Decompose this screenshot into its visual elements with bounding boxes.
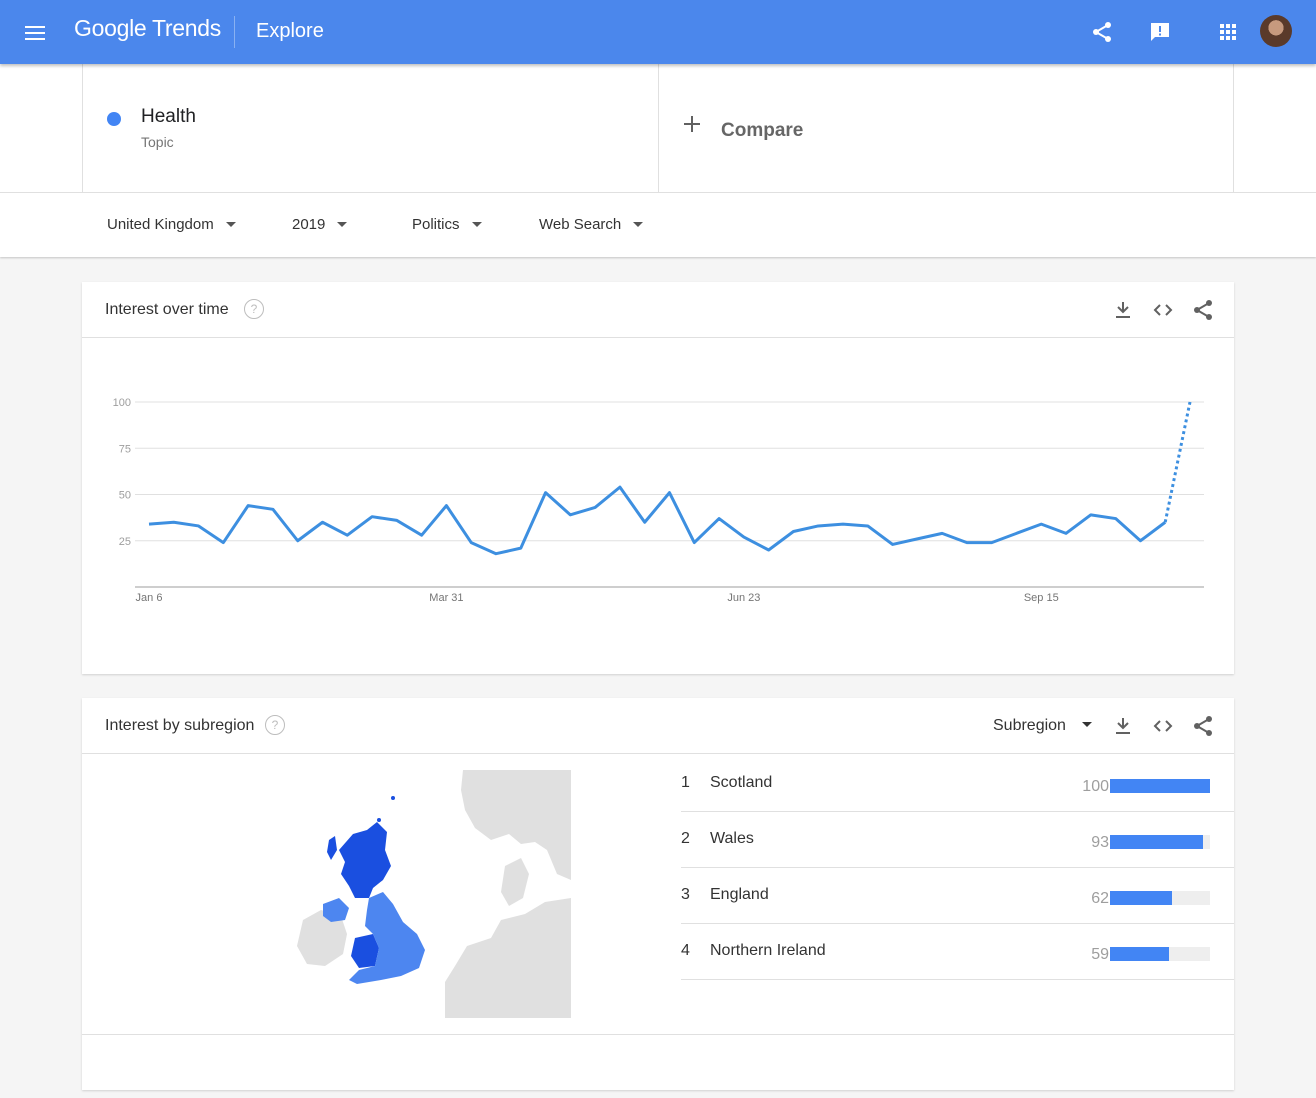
resolution-dropdown[interactable]: Subregion bbox=[993, 717, 1092, 735]
caret-down-icon bbox=[1081, 722, 1092, 728]
share-icon[interactable] bbox=[1191, 714, 1215, 738]
x-tick-label: Sep 15 bbox=[1024, 592, 1059, 604]
plus-icon bbox=[684, 116, 700, 132]
region-name: Wales bbox=[710, 830, 754, 847]
card-divider bbox=[82, 1034, 1234, 1035]
card-title: Interest by subregion bbox=[105, 717, 255, 734]
caret-down-icon bbox=[225, 221, 236, 227]
uk-subregion-map[interactable] bbox=[295, 770, 571, 1018]
region-name: Northern Ireland bbox=[710, 942, 826, 959]
value-bar bbox=[1110, 947, 1169, 961]
table-row[interactable]: 1 Scotland 100 bbox=[681, 755, 1234, 812]
region-value: 93 bbox=[1091, 834, 1109, 851]
y-tick-label: 100 bbox=[113, 397, 131, 409]
map-island-orkney bbox=[377, 818, 381, 822]
compare-label: Compare bbox=[721, 120, 804, 141]
property-value: Web Search bbox=[539, 216, 622, 233]
category-value: Politics bbox=[412, 216, 460, 233]
map-island-shetland bbox=[391, 796, 395, 800]
region-name: England bbox=[710, 886, 769, 903]
region-value: 100 bbox=[1082, 778, 1109, 795]
page-title: Explore bbox=[256, 20, 324, 42]
x-tick-label: Jan 6 bbox=[136, 592, 163, 604]
value-bar-track bbox=[1110, 835, 1210, 849]
header-divider bbox=[234, 16, 235, 48]
resolution-value: Subregion bbox=[993, 717, 1066, 734]
search-panel: Health Topic Compare United Kingdom 2019… bbox=[0, 64, 1316, 257]
caret-down-icon bbox=[633, 221, 644, 227]
table-row[interactable]: 2 Wales 93 bbox=[681, 811, 1234, 868]
help-icon[interactable]: ? bbox=[265, 715, 285, 735]
x-tick-label: Mar 31 bbox=[429, 592, 463, 604]
period-value: 2019 bbox=[292, 216, 326, 233]
caret-down-icon bbox=[337, 221, 348, 227]
x-tick-label: Jun 23 bbox=[727, 592, 760, 604]
interest-over-time-card: Interest over time ? 25 50 75 100 Jan 6 Mar 3… bbox=[82, 282, 1234, 674]
term-color-dot bbox=[107, 112, 121, 126]
help-icon[interactable]: ? bbox=[244, 299, 264, 319]
interest-over-time-chart[interactable]: 25 50 75 100 Jan 6 Mar 31 Jun 23 Sep 15 bbox=[82, 338, 1234, 674]
region-name: Scotland bbox=[710, 774, 773, 791]
value-bar-track bbox=[1110, 891, 1210, 905]
y-tick-label: 50 bbox=[119, 490, 131, 502]
category-dropdown[interactable]: Politics bbox=[412, 216, 482, 233]
panel-spacer-left bbox=[0, 64, 82, 193]
search-property-dropdown[interactable]: Web Search bbox=[539, 216, 644, 233]
period-dropdown[interactable]: 2019 bbox=[292, 216, 348, 233]
feedback-icon[interactable] bbox=[1148, 20, 1172, 44]
value-bar-track bbox=[1110, 779, 1210, 793]
panel-spacer-right bbox=[1234, 64, 1316, 193]
region-value: 62 bbox=[1091, 890, 1109, 907]
series-line-partial bbox=[1163, 401, 1192, 523]
filter-bar: United Kingdom 2019 Politics Web Search bbox=[0, 192, 1316, 256]
y-tick-label: 25 bbox=[119, 536, 131, 548]
table-row[interactable]: 4 Northern Ireland 59 bbox=[681, 923, 1234, 980]
card-title: Interest over time bbox=[105, 301, 229, 318]
value-bar-track bbox=[1110, 947, 1210, 961]
apps-grid-icon[interactable] bbox=[1216, 20, 1240, 44]
interest-by-subregion-card: Interest by subregion ? Subregion 1 Scot… bbox=[82, 698, 1234, 1090]
download-icon[interactable] bbox=[1111, 298, 1135, 322]
download-icon[interactable] bbox=[1111, 714, 1135, 738]
value-bar bbox=[1110, 779, 1210, 793]
share-icon[interactable] bbox=[1090, 20, 1114, 44]
share-icon[interactable] bbox=[1191, 298, 1215, 322]
card-header: Interest by subregion ? Subregion bbox=[82, 698, 1234, 754]
term-name[interactable]: Health bbox=[141, 106, 196, 128]
table-row[interactable]: 3 England 62 bbox=[681, 867, 1234, 924]
embed-code-icon[interactable] bbox=[1151, 714, 1175, 738]
rank-number: 3 bbox=[681, 886, 690, 903]
rank-number: 4 bbox=[681, 942, 690, 959]
region-dropdown[interactable]: United Kingdom bbox=[107, 216, 236, 233]
region-value: 59 bbox=[1091, 946, 1109, 963]
card-header: Interest over time ? bbox=[82, 282, 1234, 338]
term-type: Topic bbox=[141, 134, 174, 150]
compare-button[interactable]: Compare bbox=[658, 64, 1234, 193]
google-trends-logo[interactable]: Google Trends bbox=[74, 15, 221, 42]
rank-number: 1 bbox=[681, 774, 690, 791]
series-line bbox=[148, 485, 1167, 556]
embed-code-icon[interactable] bbox=[1151, 298, 1175, 322]
value-bar bbox=[1110, 891, 1172, 905]
top-app-bar: Google Trends Explore bbox=[0, 0, 1316, 64]
value-bar bbox=[1110, 835, 1203, 849]
y-tick-label: 75 bbox=[119, 443, 131, 455]
rank-number: 2 bbox=[681, 830, 690, 847]
account-avatar[interactable] bbox=[1260, 15, 1292, 47]
menu-icon[interactable] bbox=[25, 26, 45, 40]
search-term-card[interactable]: Health Topic bbox=[82, 64, 659, 193]
caret-down-icon bbox=[471, 221, 482, 227]
region-value: United Kingdom bbox=[107, 216, 214, 233]
